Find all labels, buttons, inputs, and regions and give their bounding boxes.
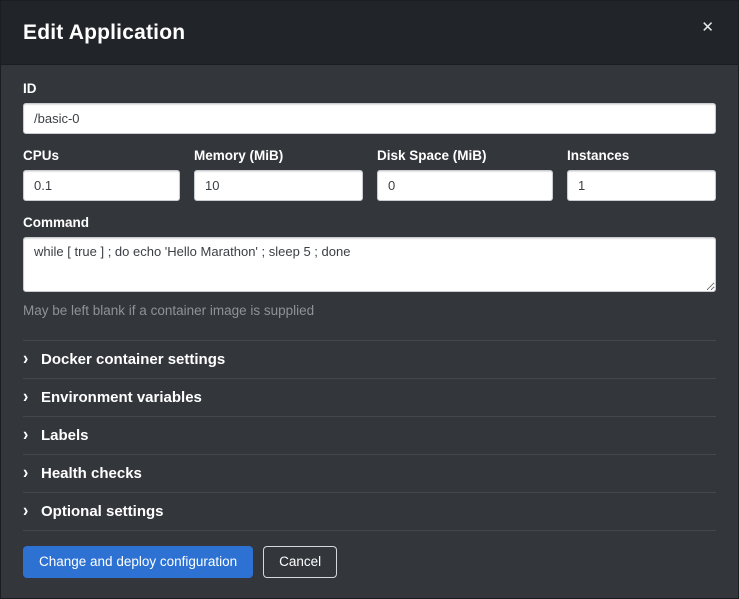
memory-input[interactable] xyxy=(194,170,363,201)
id-input[interactable] xyxy=(23,103,716,134)
resources-row: CPUs Memory (MiB) Disk Space (MiB) Insta… xyxy=(23,148,716,201)
memory-field-group: Memory (MiB) xyxy=(194,148,363,201)
chevron-right-icon: › xyxy=(23,388,41,406)
chevron-right-icon: › xyxy=(23,426,41,444)
disk-label: Disk Space (MiB) xyxy=(377,148,553,163)
section-label: Optional settings xyxy=(41,503,164,520)
instances-input[interactable] xyxy=(567,170,716,201)
command-field-group: Command while [ true ] ; do echo 'Hello … xyxy=(23,215,716,318)
cpus-field-group: CPUs xyxy=(23,148,180,201)
section-health-checks[interactable]: › Health checks xyxy=(23,454,716,492)
modal-body: ID CPUs Memory (MiB) Disk Space (MiB) In… xyxy=(1,65,738,532)
instances-field-group: Instances xyxy=(567,148,716,201)
modal-header: Edit Application ✕ xyxy=(1,1,738,65)
close-icon[interactable]: ✕ xyxy=(699,18,716,37)
section-label: Labels xyxy=(41,427,89,444)
section-optional-settings[interactable]: › Optional settings xyxy=(23,492,716,531)
section-label: Health checks xyxy=(41,465,142,482)
edit-application-modal: Edit Application ✕ ID CPUs Memory (MiB) … xyxy=(0,0,739,599)
disk-input[interactable] xyxy=(377,170,553,201)
chevron-right-icon: › xyxy=(23,502,41,520)
change-and-deploy-button[interactable]: Change and deploy configuration xyxy=(23,546,253,578)
id-field-group: ID xyxy=(23,81,716,134)
section-label: Environment variables xyxy=(41,389,202,406)
section-label: Docker container settings xyxy=(41,351,225,368)
command-help-text: May be left blank if a container image i… xyxy=(23,303,716,318)
command-textarea[interactable]: while [ true ] ; do echo 'Hello Marathon… xyxy=(23,237,716,292)
modal-footer: Change and deploy configuration Cancel xyxy=(1,532,738,598)
section-environment-variables[interactable]: › Environment variables xyxy=(23,378,716,416)
disk-field-group: Disk Space (MiB) xyxy=(377,148,553,201)
section-docker-container-settings[interactable]: › Docker container settings xyxy=(23,340,716,378)
modal-title: Edit Application xyxy=(23,21,185,45)
cancel-button[interactable]: Cancel xyxy=(263,546,337,578)
cpus-input[interactable] xyxy=(23,170,180,201)
memory-label: Memory (MiB) xyxy=(194,148,363,163)
id-label: ID xyxy=(23,81,716,96)
cpus-label: CPUs xyxy=(23,148,180,163)
section-labels[interactable]: › Labels xyxy=(23,416,716,454)
instances-label: Instances xyxy=(567,148,716,163)
chevron-right-icon: › xyxy=(23,464,41,482)
accordion-sections: › Docker container settings › Environmen… xyxy=(23,340,716,531)
command-label: Command xyxy=(23,215,716,230)
chevron-right-icon: › xyxy=(23,350,41,368)
